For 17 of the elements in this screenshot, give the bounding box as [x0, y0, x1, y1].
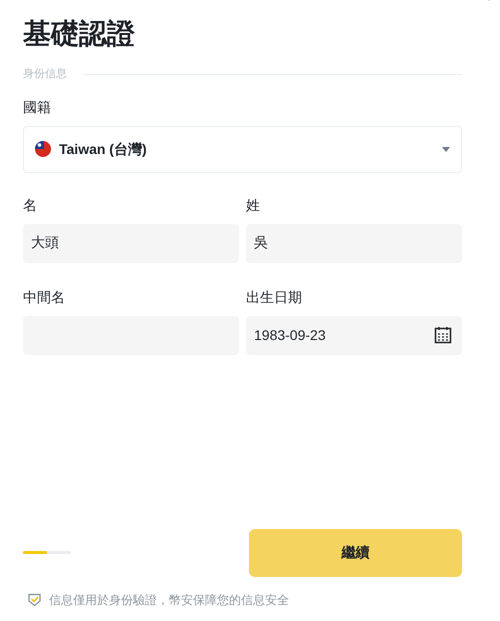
- flag-icon: [35, 141, 51, 157]
- continue-button[interactable]: 繼續: [249, 528, 462, 576]
- field-label: 名: [23, 196, 37, 214]
- field-label: 中間名: [23, 288, 65, 306]
- input-field[interactable]: 大頭: [23, 224, 239, 262]
- field-label: 國籍: [23, 98, 51, 116]
- section-label: 身份信息: [23, 67, 67, 82]
- input-field[interactable]: 吳: [246, 224, 462, 262]
- field-label: 出生日期: [246, 288, 302, 306]
- shield-check-icon: [28, 592, 41, 606]
- calendar-icon[interactable]: [434, 326, 452, 344]
- dropdown-caret-icon: [442, 146, 450, 152]
- field-label: 姓: [246, 196, 260, 214]
- date-field[interactable]: 1983-09-23: [246, 316, 462, 354]
- page-title: 基礎認證: [23, 17, 135, 51]
- privacy-notice: 信息僅用於身份驗證，幣安保障您的信息安全: [49, 592, 289, 608]
- country-select[interactable]: Taiwan (台灣): [23, 126, 462, 172]
